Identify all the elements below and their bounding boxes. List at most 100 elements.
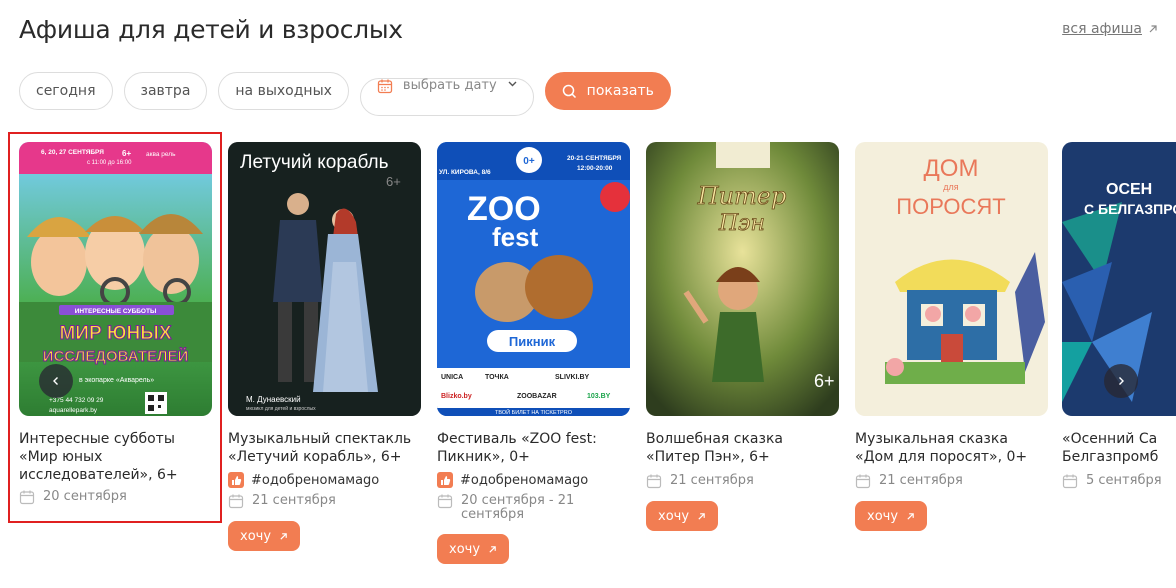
carousel-prev-button[interactable] <box>39 364 73 398</box>
calendar-icon <box>377 79 393 94</box>
want-button[interactable]: хочу <box>646 501 719 531</box>
want-button-label: хочу <box>658 508 690 524</box>
arrow-up-right-icon <box>489 545 496 553</box>
event-date-text: 5 сентября <box>1086 473 1162 488</box>
poster-title-2: Пэн <box>718 211 765 236</box>
poster-banner: ИНТЕРЕСНЫЕ СУББОТЫ <box>75 308 157 315</box>
page-title: Афиша для детей и взрослых <box>19 15 403 44</box>
arrow-up-right-icon <box>1149 25 1157 33</box>
want-button-label: хочу <box>449 541 481 557</box>
event-tag-text: #одобреномамаgo <box>251 472 380 488</box>
events-carousel: 6, 20, 27 СЕНТЯБРЯ с 11:00 до 16:00 6+ а… <box>19 142 1176 588</box>
want-button-label: хочу <box>240 528 272 544</box>
poster-pig-house: ДОМ для ПОРОСЯТ <box>855 142 1048 416</box>
event-poster[interactable]: 6, 20, 27 СЕНТЯБРЯ с 11:00 до 16:00 6+ а… <box>19 142 212 416</box>
event-title[interactable]: Интересные субботы «Мир юных исследовате… <box>19 430 212 484</box>
event-tag[interactable]: #одобреномамаgo <box>228 472 421 488</box>
poster-title-1: Питер <box>697 182 787 210</box>
poster-dates: 6, 20, 27 СЕНТЯБРЯ <box>41 149 104 156</box>
poster-picnic: Пикник <box>509 334 556 349</box>
event-card[interactable]: УЛ. КИРОВА, 8/6 0+ 20-21 СЕНТЯБРЯ 12:00-… <box>437 142 630 564</box>
date-picker[interactable]: выбрать дату <box>359 78 534 116</box>
event-card[interactable]: ОСЕН С БЕЛГАЗПРО «Осенний Са Белгазпромб… <box>1062 142 1176 489</box>
calendar-icon <box>437 494 453 509</box>
thumbs-up-icon <box>228 472 244 488</box>
sponsor-logo: ZOOBAZAR <box>517 393 557 400</box>
event-poster[interactable]: ДОМ для ПОРОСЯТ <box>855 142 1048 416</box>
chevron-left-icon <box>53 377 58 385</box>
chevron-right-icon <box>1119 377 1124 385</box>
poster-fest: fest <box>492 222 539 252</box>
poster-age: 6+ <box>122 149 131 158</box>
poster-time: 12:00-20:00 <box>577 165 613 172</box>
arrow-up-right-icon <box>907 512 914 520</box>
event-title[interactable]: Музыкальный спектакль «Летучий корабль»,… <box>228 430 421 466</box>
poster-title-2: ПОРОСЯТ <box>896 194 1005 219</box>
poster-title-1: ОСЕН <box>1106 181 1152 198</box>
want-button[interactable]: хочу <box>855 501 928 531</box>
sponsor-logo: ТОЧКА <box>485 374 509 381</box>
want-button[interactable]: хочу <box>437 534 510 564</box>
event-date-text: 20 сентября - 21 сентября <box>461 493 575 522</box>
show-button-label: показать <box>586 83 654 99</box>
event-date: 21 сентября <box>646 474 839 489</box>
event-poster[interactable]: УЛ. КИРОВА, 8/6 0+ 20-21 СЕНТЯБРЯ 12:00-… <box>437 142 630 416</box>
calendar-icon <box>19 490 35 505</box>
sponsor-logo: SLIVKI.BY <box>555 374 590 381</box>
calendar-icon <box>228 494 244 509</box>
event-date: 21 сентября <box>228 494 421 509</box>
chevron-down-icon <box>508 81 517 87</box>
poster-peter-pan: Питер Пэн 6+ <box>646 142 839 416</box>
want-button[interactable]: хочу <box>228 521 301 551</box>
all-events-label: вся афиша <box>1062 21 1142 37</box>
thumbs-up-icon <box>437 472 453 488</box>
event-date: 20 сентября - 21 сентября <box>437 494 630 522</box>
poster-zoo-fest: УЛ. КИРОВА, 8/6 0+ 20-21 СЕНТЯБРЯ 12:00-… <box>437 142 630 416</box>
filter-tomorrow[interactable]: завтра <box>123 72 208 110</box>
event-title[interactable]: Музыкальная сказка «Дом для поросят», 0+ <box>855 430 1048 466</box>
poster-phone: +375 44 732 09 29 <box>49 397 104 404</box>
event-tag[interactable]: #одобреномамаgo <box>437 472 630 488</box>
event-title[interactable]: Фестиваль «ZOO fest: Пикник», 0+ <box>437 430 630 466</box>
all-events-link[interactable]: вся афиша <box>1062 21 1158 37</box>
event-poster[interactable]: Летучий корабль 6+ М. Дунаевский мюзикл … <box>228 142 421 416</box>
poster-place: в экопарке «Акварель» <box>79 377 154 384</box>
poster-author: М. Дунаевский <box>246 395 301 404</box>
arrow-up-right-icon <box>698 512 705 520</box>
date-picker-label: выбрать дату <box>402 78 497 93</box>
event-card[interactable]: Питер Пэн 6+ Волшебная сказка «Питер Пэн… <box>646 142 839 531</box>
event-card[interactable]: ДОМ для ПОРОСЯТ Музыкальная сказка «Дом … <box>855 142 1048 531</box>
poster-age: 0+ <box>523 156 535 167</box>
sponsor-logo: Blizko.by <box>441 393 472 400</box>
event-title[interactable]: Волшебная сказка «Питер Пэн», 6+ <box>646 430 839 466</box>
search-icon <box>562 84 576 98</box>
filter-bar: сегодня завтра на выходных выбрать дату … <box>19 72 671 116</box>
event-card[interactable]: Летучий корабль 6+ М. Дунаевский мюзикл … <box>228 142 421 551</box>
poster-headline-1: МИР ЮНЫХ <box>59 323 171 344</box>
event-card[interactable]: 6, 20, 27 СЕНТЯБРЯ с 11:00 до 16:00 6+ а… <box>19 142 212 505</box>
poster-address: УЛ. КИРОВА, 8/6 <box>439 169 491 176</box>
event-poster[interactable]: Питер Пэн 6+ <box>646 142 839 416</box>
event-title[interactable]: «Осенний Са Белгазпромб <box>1062 430 1176 466</box>
calendar-icon <box>646 474 662 489</box>
poster-time: с 11:00 до 16:00 <box>87 160 132 166</box>
show-button[interactable]: показать <box>544 72 671 110</box>
poster-age: 6+ <box>386 174 401 189</box>
sponsor-logo: UNICA <box>441 374 463 381</box>
poster-flying-ship: Летучий корабль 6+ М. Дунаевский мюзикл … <box>228 142 421 416</box>
poster-headline-2: ИССЛЕДОВАТЕЛЕЙ <box>43 347 189 365</box>
poster-title-2: С БЕЛГАЗПРО <box>1084 201 1176 217</box>
poster-age: 6+ <box>814 371 835 391</box>
filter-today[interactable]: сегодня <box>19 72 113 110</box>
event-date-text: 21 сентября <box>879 473 963 488</box>
poster-dates: 20-21 СЕНТЯБРЯ <box>567 155 622 162</box>
carousel-next-button[interactable] <box>1104 364 1138 398</box>
poster-ticket: ТВОЙ БИЛЕТ НА TICKETPRO <box>495 408 573 416</box>
event-poster[interactable]: ОСЕН С БЕЛГАЗПРО <box>1062 142 1176 416</box>
poster-sub: мюзикл для детей и взрослых <box>246 405 316 412</box>
event-tag-text: #одобреномамаgo <box>460 472 589 488</box>
filter-weekend[interactable]: на выходных <box>218 72 349 110</box>
poster-title-mid: для <box>943 182 959 192</box>
event-date-text: 21 сентября <box>252 493 336 508</box>
arrow-up-right-icon <box>280 532 287 540</box>
